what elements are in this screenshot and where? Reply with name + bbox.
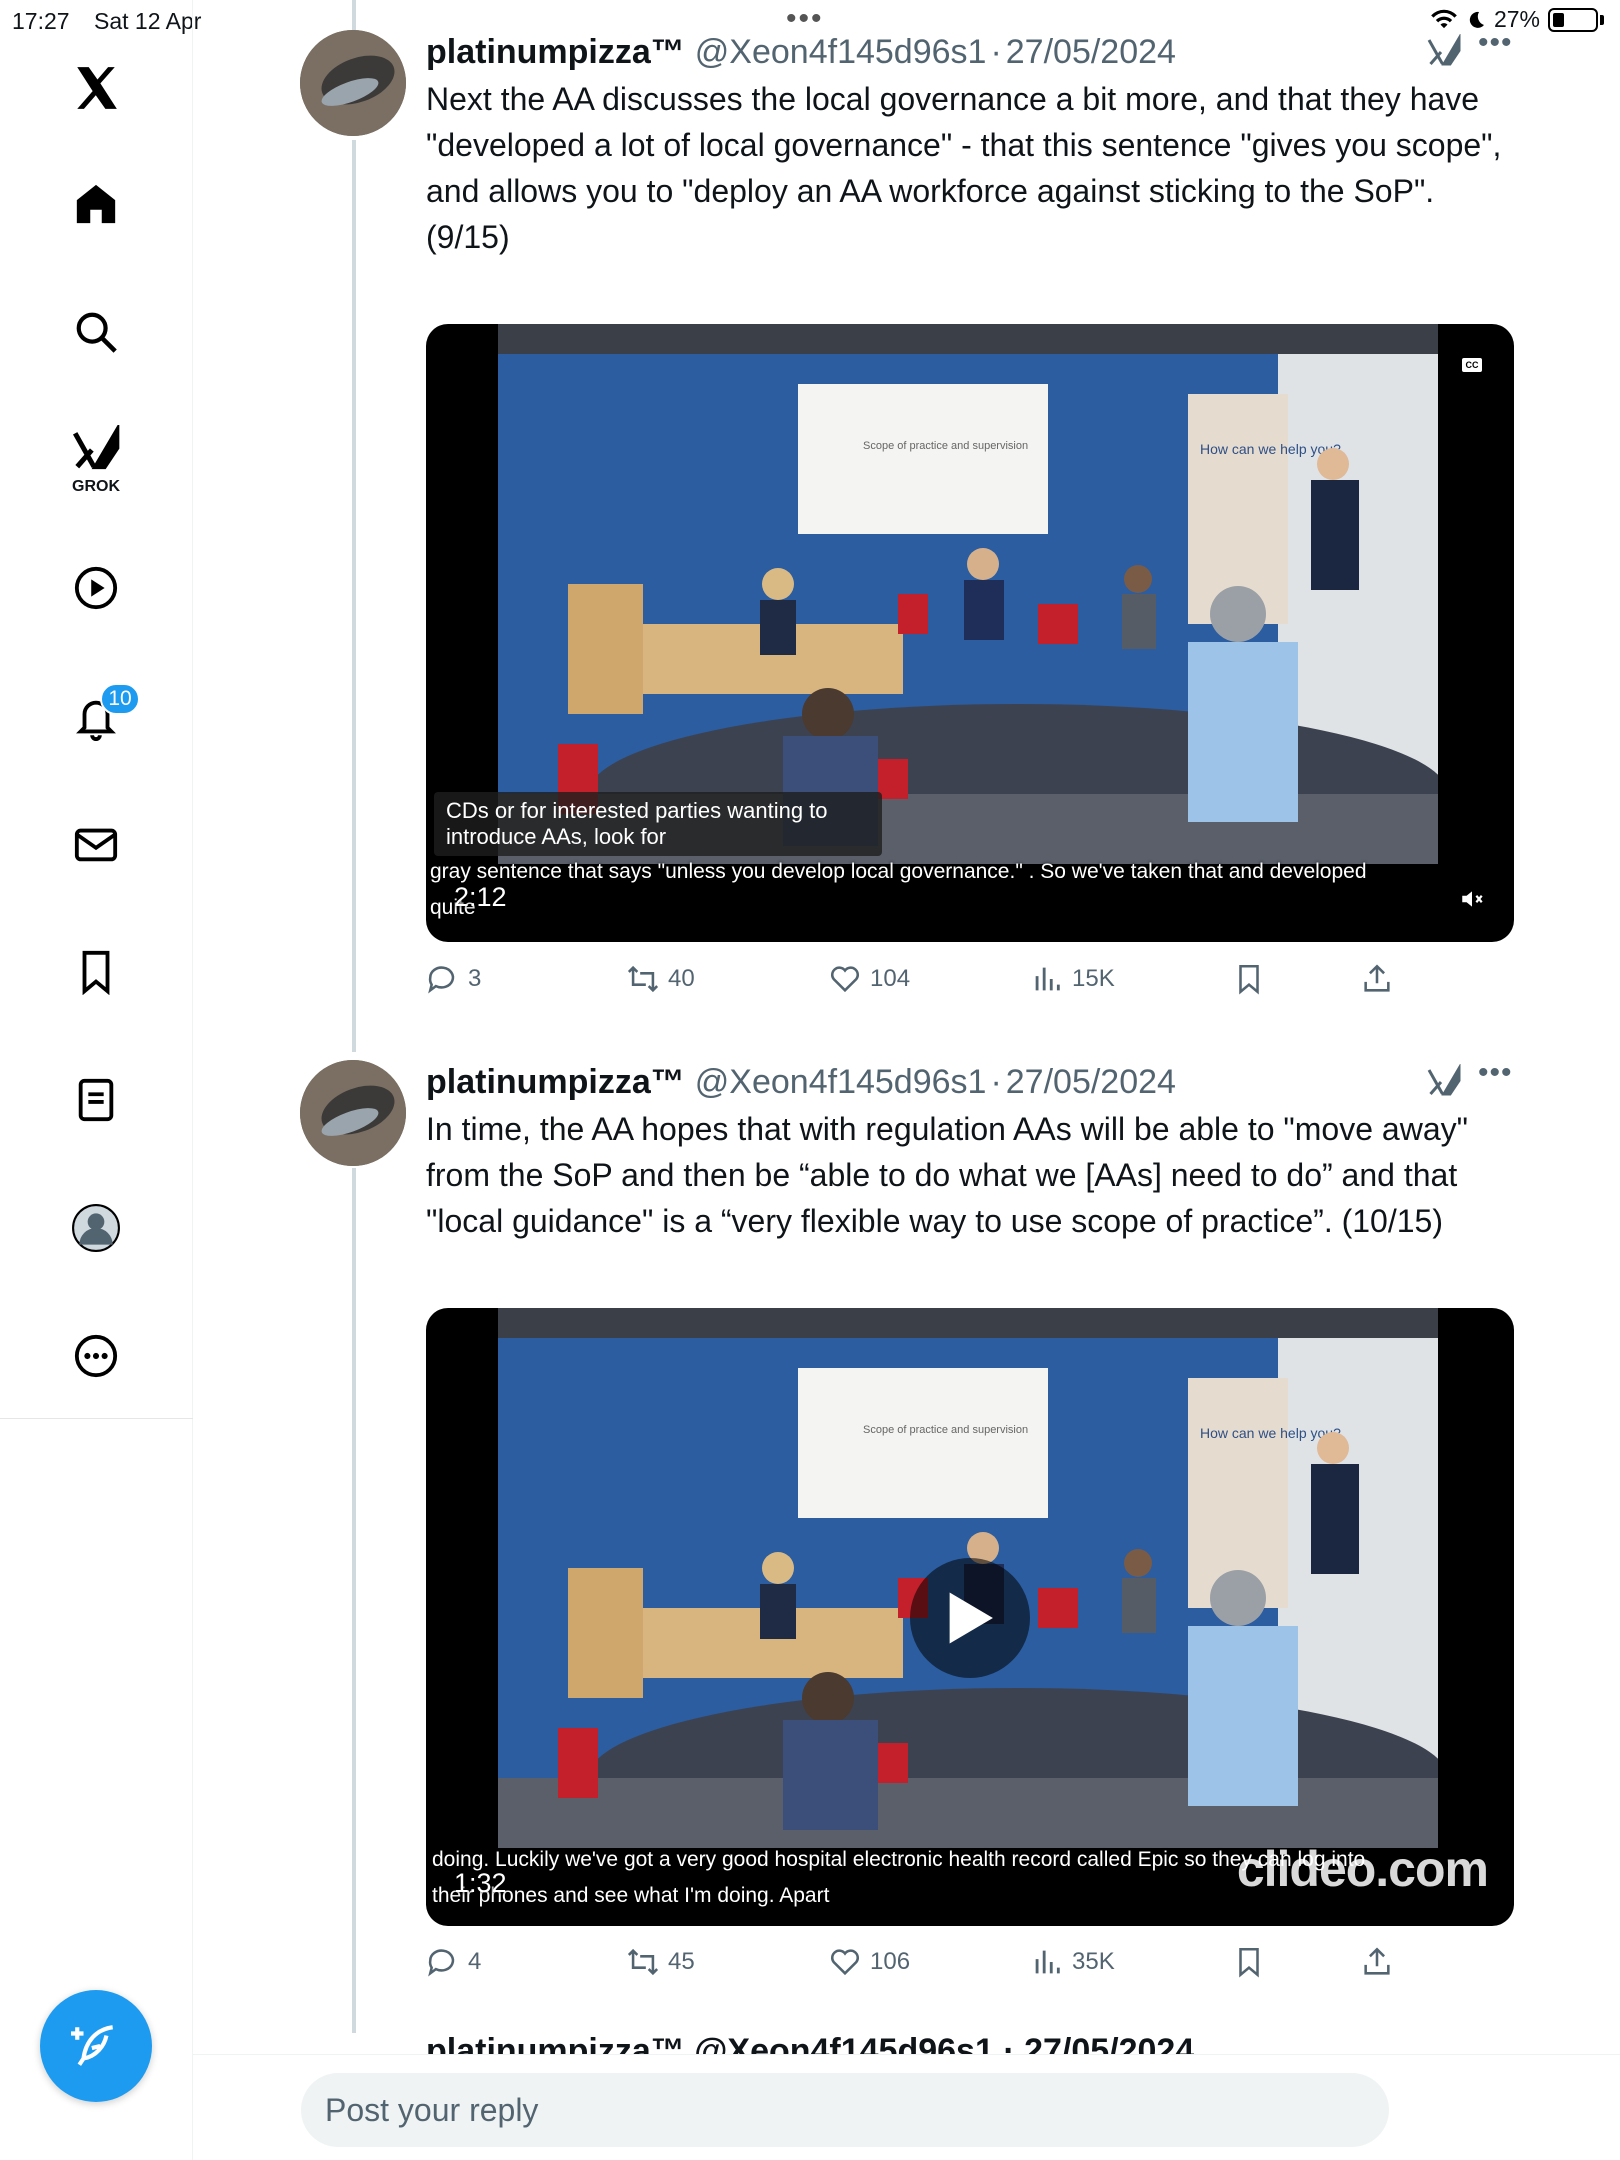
- home-icon[interactable]: [64, 172, 128, 236]
- bookmark-action[interactable]: [1232, 962, 1266, 996]
- display-name[interactable]: platinumpizza™: [426, 1063, 685, 1102]
- lists-icon[interactable]: [64, 1068, 128, 1132]
- thread-line-1: [352, 140, 356, 1052]
- compose-post-button[interactable]: [40, 1990, 152, 2102]
- reply-input[interactable]: Post your reply: [301, 2073, 1389, 2147]
- repost-arrows-icon: [627, 965, 659, 993]
- caption-line-1: doing. Luckily we've got a very good hos…: [432, 1848, 1366, 1871]
- author-avatar[interactable]: [300, 30, 406, 136]
- more-options-icon[interactable]: •••: [1478, 26, 1513, 60]
- views-bars-icon: [1035, 967, 1060, 991]
- reply-count: 3: [468, 965, 482, 992]
- video-duration: 2:12: [454, 882, 507, 912]
- messages-envelope-icon[interactable]: [64, 812, 128, 876]
- views-action[interactable]: 35K: [1030, 1945, 1115, 1979]
- notification-badge: 10: [100, 683, 140, 715]
- reply-bubble-icon: [428, 966, 455, 994]
- play-button[interactable]: [910, 1558, 1030, 1678]
- caption-box: CDs or for interested parties wanting to…: [434, 792, 882, 856]
- sidebar-divider: [0, 1418, 193, 1419]
- grok-explain-icon[interactable]: [1426, 34, 1462, 70]
- separator-dot: ·: [990, 1062, 1002, 1101]
- like-action[interactable]: 104: [828, 962, 910, 996]
- post-date[interactable]: 27/05/2024: [1006, 1063, 1176, 1102]
- repost-action[interactable]: 45: [626, 1945, 695, 1979]
- more-circle-icon[interactable]: [64, 1324, 128, 1388]
- profile-avatar-icon[interactable]: [64, 1196, 128, 1260]
- video-duration: 1:32: [454, 1868, 507, 1898]
- search-icon[interactable]: [64, 300, 128, 364]
- battery-tip: [1600, 14, 1604, 25]
- handle[interactable]: @Xeon4f145d96s1: [695, 1063, 987, 1102]
- closed-captions-icon[interactable]: CC: [1462, 358, 1482, 372]
- view-count: 35K: [1072, 1948, 1115, 1975]
- bookmark-icon: [1239, 1947, 1259, 1978]
- views-action[interactable]: 15K: [1030, 962, 1115, 996]
- video-slide-title: Scope of practice and supervision: [863, 440, 1028, 452]
- repost-count: 45: [668, 1948, 695, 1975]
- tweet-actions: 3 40 104 15K: [426, 962, 1426, 1012]
- grok-explain-icon[interactable]: [1426, 1064, 1462, 1100]
- banner-text: How can we help you?: [1200, 1425, 1341, 1441]
- reply-count: 4: [468, 1948, 482, 1975]
- banner-text: How can we help you?: [1200, 441, 1341, 457]
- share-upload-icon: [1364, 964, 1390, 992]
- repost-action[interactable]: 40: [626, 962, 695, 996]
- heart-icon: [830, 966, 860, 993]
- clideo-watermark: clideo.com: [1236, 1841, 1489, 1897]
- thread-line-top: [352, 0, 356, 30]
- tweet-text: In time, the AA hopes that with regulati…: [426, 1111, 1468, 1239]
- muted-speaker-icon[interactable]: [1458, 886, 1486, 912]
- tweet-actions: 4 45 106 35K: [426, 1945, 1426, 1995]
- wifi-icon: [1431, 9, 1457, 28]
- battery-icon: [1548, 7, 1598, 32]
- share-upload-icon: [1364, 1947, 1390, 1975]
- handle[interactable]: @Xeon4f145d96s1: [695, 33, 987, 72]
- tweet-text: Next the AA discusses the local governan…: [426, 81, 1502, 255]
- video-player[interactable]: Scope of practice and supervision How ca…: [426, 324, 1514, 942]
- view-count: 15K: [1072, 965, 1115, 992]
- more-options-icon[interactable]: •••: [1478, 1056, 1513, 1090]
- separator-dot: ·: [990, 32, 1002, 71]
- share-action[interactable]: [1360, 1945, 1394, 1979]
- reply-action[interactable]: 4: [426, 1945, 481, 1979]
- video-play-icon[interactable]: [64, 556, 128, 620]
- like-count: 106: [870, 1948, 911, 1975]
- reply-bar: Post your reply: [193, 2054, 1620, 2160]
- heart-icon: [830, 1949, 860, 1976]
- feather-plus-icon: [71, 2025, 114, 2066]
- views-bars-icon: [1035, 1950, 1060, 1974]
- video-player[interactable]: Scope of practice and supervision How ca…: [426, 1308, 1514, 1926]
- sidebar: GROK 10: [0, 0, 193, 2160]
- like-count: 104: [870, 965, 911, 992]
- bookmark-action[interactable]: [1232, 1945, 1266, 1979]
- author-avatar[interactable]: [300, 1060, 406, 1166]
- status-right: 27%: [1430, 6, 1604, 33]
- tweet-header: platinumpizza™ @Xeon4f145d96s1 · 27/05/2…: [426, 30, 1176, 74]
- repost-count: 40: [668, 965, 695, 992]
- share-action[interactable]: [1360, 962, 1394, 996]
- battery-fill: [1553, 12, 1564, 27]
- video-thumbnail: Scope of practice and supervision How ca…: [498, 324, 1438, 864]
- bookmark-icon: [1239, 964, 1259, 995]
- grok-label: GROK: [72, 478, 120, 495]
- repost-arrows-icon: [627, 1948, 659, 1976]
- play-triangle-icon: [949, 1592, 993, 1644]
- grok-icon[interactable]: [64, 418, 128, 482]
- like-action[interactable]: 106: [828, 1945, 910, 1979]
- thread-line-2: [352, 1168, 356, 2033]
- video-slide-title: Scope of practice and supervision: [863, 1424, 1028, 1436]
- x-logo-icon[interactable]: [64, 56, 128, 120]
- caption-line-1: gray sentence that says "unless you deve…: [430, 860, 1367, 883]
- reply-action[interactable]: 3: [426, 962, 481, 996]
- bookmarks-icon[interactable]: [64, 940, 128, 1004]
- post-date[interactable]: 27/05/2024: [1006, 33, 1176, 72]
- display-name[interactable]: platinumpizza™: [426, 33, 685, 72]
- next-tweet-peek[interactable]: platinumpizza™ @Xeon4f145d96s1 · 27/05/2…: [426, 2032, 1194, 2054]
- reply-bubble-icon: [428, 1949, 455, 1977]
- tweet-header: platinumpizza™ @Xeon4f145d96s1 · 27/05/2…: [426, 1060, 1176, 1104]
